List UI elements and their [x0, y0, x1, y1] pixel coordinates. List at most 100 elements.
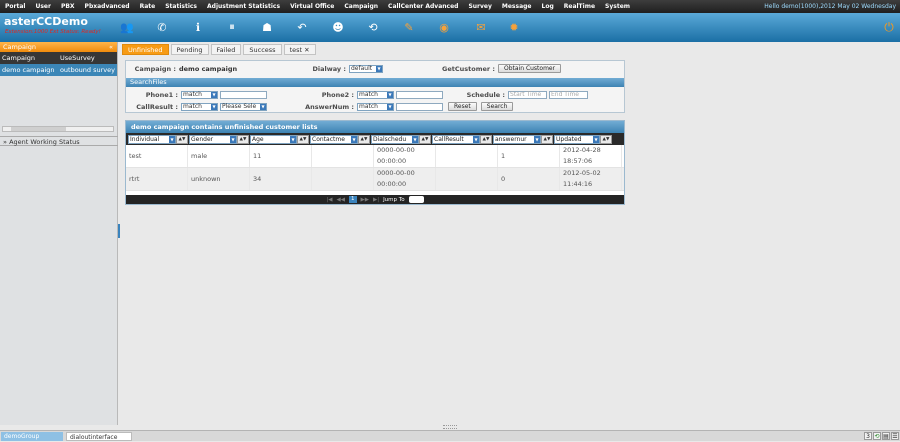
agent-working-status-header[interactable]: » Agent Working Status	[0, 136, 118, 146]
resize-grip[interactable]	[443, 425, 457, 429]
menu-item-user[interactable]: User	[30, 0, 55, 13]
sort-icon[interactable]: ▲▼	[541, 134, 553, 144]
phone2-match-select[interactable]: match ▼	[357, 90, 394, 99]
column-select[interactable]: Dialschedu ▼	[371, 134, 419, 144]
table-row[interactable]: test male 11 0000-00-00 00:00:00 1 2012-04-28 1…	[126, 145, 624, 168]
back-arrow-icon[interactable]: ↶	[293, 18, 311, 36]
column-filter-dialschedu[interactable]: Dialschedu ▼ ▲▼	[371, 134, 431, 144]
column-filter-age[interactable]: Age ▼ ▲▼	[250, 134, 309, 144]
column-select[interactable]: answernur ▼	[493, 134, 541, 144]
jump-to-input[interactable]	[408, 196, 424, 203]
tab-pending[interactable]: Pending	[170, 44, 209, 55]
settings-icon[interactable]: ✹	[505, 18, 523, 36]
next-page-button[interactable]: ▶▶	[361, 197, 369, 203]
column-select[interactable]: CallResult ▼	[432, 134, 480, 144]
current-page[interactable]: 1	[349, 196, 357, 203]
menu-item-adjustment-statistics[interactable]: Adjustment Statistics	[202, 0, 285, 13]
horizontal-scrollbar[interactable]	[2, 126, 114, 132]
column-filter-contactme[interactable]: Contactme ▼ ▲▼	[310, 134, 370, 144]
menu-item-virtual-office[interactable]: Virtual Office	[285, 0, 339, 13]
column-select[interactable]: Updated ▼	[554, 134, 600, 144]
menu-item-callcenter-advanced[interactable]: CallCenter Advanced	[383, 0, 463, 13]
sort-icon[interactable]: ▲▼	[480, 134, 492, 144]
footer-tab-demogroup[interactable]: demoGroup	[1, 432, 63, 441]
globe-icon[interactable]: ◉	[435, 18, 453, 36]
column-select[interactable]: Age ▼	[250, 134, 297, 144]
splitter-handle[interactable]	[118, 224, 120, 238]
window-icon[interactable]: ▤	[882, 432, 890, 440]
column-filter-answernur[interactable]: answernur ▼ ▲▼	[493, 134, 553, 144]
menu-item-rate[interactable]: Rate	[135, 0, 161, 13]
reset-button[interactable]: Reset	[448, 102, 477, 111]
column-header-campaign[interactable]: Campaign	[0, 52, 58, 64]
close-icon[interactable]: ✕	[302, 46, 309, 54]
menu-item-log[interactable]: Log	[537, 0, 559, 13]
tab-failed[interactable]: Failed	[210, 44, 242, 55]
footer-tab-dialoutinterface[interactable]: dialoutinterface	[66, 432, 132, 441]
menu-item-campaign[interactable]: Campaign	[339, 0, 383, 13]
footer-count-badge[interactable]: 3	[864, 432, 872, 440]
column-filter-gender[interactable]: Gender ▼ ▲▼	[189, 134, 249, 144]
dialway-select[interactable]: default ▼	[349, 64, 383, 73]
callresult-match-select[interactable]: match ▼	[181, 102, 218, 111]
sort-icon[interactable]: ▲▼	[358, 134, 370, 144]
column-select[interactable]: Contactme ▼	[310, 134, 358, 144]
menu-item-statistics[interactable]: Statistics	[160, 0, 202, 13]
sort-icon[interactable]: ▲▼	[419, 134, 431, 144]
answernum-match-select[interactable]: match ▼	[357, 102, 394, 111]
prev-page-button[interactable]: ◀◀	[337, 197, 345, 203]
column-select[interactable]: Individual ▼	[128, 134, 176, 144]
tab-success[interactable]: Success	[243, 44, 282, 55]
menu-item-survey[interactable]: Survey	[463, 0, 496, 13]
conference-icon[interactable]: ☗	[258, 18, 276, 36]
end-time-input[interactable]: End Time	[549, 90, 588, 99]
callresult-select[interactable]: Please Sele ▼	[220, 102, 267, 111]
campaign-name[interactable]: demo campaign	[0, 64, 58, 76]
sort-icon[interactable]: ▲▼	[297, 134, 309, 144]
list-icon[interactable]: ☰	[891, 432, 899, 440]
column-select[interactable]: Gender ▼	[189, 134, 237, 144]
menu-item-realtime[interactable]: RealTime	[559, 0, 600, 13]
first-page-button[interactable]: |◀	[326, 197, 332, 203]
start-time-input[interactable]: Start Time	[508, 90, 547, 99]
table-cell: 2012-04-28 18:57:06	[560, 145, 622, 167]
campaign-panel-header[interactable]: Campaign «	[0, 42, 117, 52]
table-row[interactable]: rtrt unknown 34 0000-00-00 00:00:00 0 2012-05-…	[126, 168, 624, 191]
phone1-match-select[interactable]: match ▼	[181, 90, 218, 99]
sort-icon[interactable]: ▲▼	[176, 134, 188, 144]
search-button[interactable]: Search	[480, 102, 514, 111]
menu-item-portal[interactable]: Portal	[0, 0, 30, 13]
column-header-usesurvey[interactable]: UseSurvey	[57, 52, 117, 64]
info-icon[interactable]: ℹ	[189, 18, 207, 36]
campaign-row[interactable]: demo campaign outbound survey	[0, 64, 117, 76]
menu-item-system[interactable]: System	[600, 0, 635, 13]
pause-icon[interactable]: ⏸	[223, 18, 241, 36]
answernum-input[interactable]	[396, 102, 443, 111]
group-icon[interactable]: ☻	[329, 18, 347, 36]
tab-test[interactable]: test ✕	[283, 44, 316, 55]
column-filter-callresult[interactable]: CallResult ▼ ▲▼	[432, 134, 492, 144]
phone2-input[interactable]	[396, 90, 443, 99]
power-icon[interactable]: ⏻	[880, 18, 898, 36]
refresh-icon[interactable]: ⟲	[873, 432, 881, 440]
phone1-input[interactable]	[220, 90, 267, 99]
column-filter-updated[interactable]: Updated ▼ ▲▼	[554, 134, 612, 144]
sort-icon[interactable]: ▲▼	[600, 134, 612, 144]
tab-unfinished[interactable]: Unfinished	[122, 44, 169, 55]
campaign-survey[interactable]: outbound survey	[57, 64, 117, 76]
scrollbar-thumb[interactable]	[11, 127, 66, 131]
collapse-icon[interactable]: «	[109, 42, 113, 52]
column-filter-individual[interactable]: Individual ▼ ▲▼	[128, 134, 188, 144]
sort-icon[interactable]: ▲▼	[237, 134, 249, 144]
menu-item-pbx[interactable]: PBX	[56, 0, 80, 13]
mail-icon[interactable]: ✉	[472, 18, 490, 36]
obtain-customer-button[interactable]: Obtain Customer	[498, 64, 562, 73]
note-icon[interactable]: ✎	[400, 18, 418, 36]
phone-icon[interactable]: ✆	[153, 18, 171, 36]
refresh-icon[interactable]: ⟲	[364, 18, 382, 36]
menu-item-pbxadvanced[interactable]: Pbxadvanced	[80, 0, 135, 13]
menu-item-message[interactable]: Message	[497, 0, 537, 13]
last-page-button[interactable]: ▶|	[373, 197, 379, 203]
agents-icon[interactable]: 👥	[118, 18, 136, 36]
expand-icon[interactable]: »	[3, 138, 7, 146]
